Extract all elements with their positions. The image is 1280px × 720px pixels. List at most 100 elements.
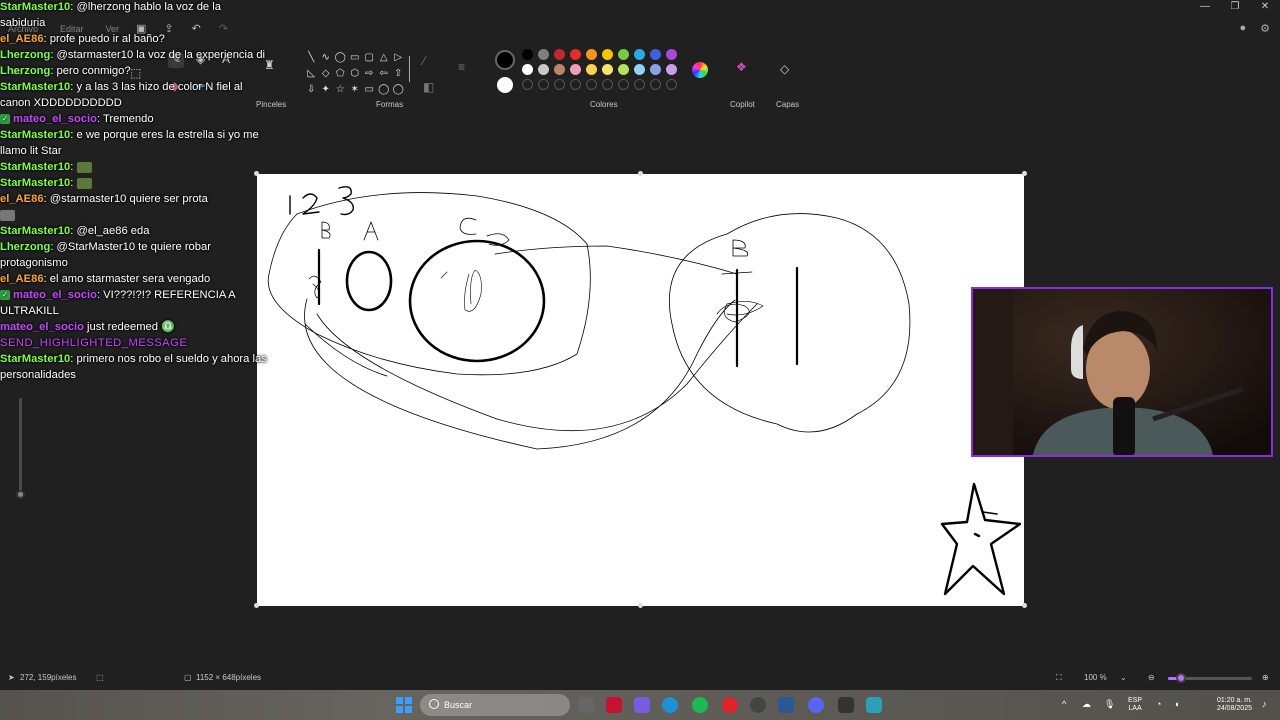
color-swatch[interactable] — [522, 49, 533, 60]
zoom-dropdown-icon[interactable]: ⌄ — [1120, 673, 1127, 682]
color-swatch[interactable] — [666, 49, 677, 60]
color-swatch[interactable] — [618, 49, 629, 60]
maximize-button[interactable]: ❐ — [1220, 0, 1250, 14]
zoom-out-icon[interactable]: ⊖ — [1148, 673, 1155, 682]
primary-color-swatch[interactable] — [495, 50, 515, 70]
media-player-icon[interactable] — [838, 697, 854, 713]
color-swatch[interactable] — [650, 64, 661, 75]
shape-pentagon[interactable]: ⬠ — [333, 67, 348, 81]
shape-oval[interactable]: ◯ — [333, 51, 348, 65]
file-explorer-icon[interactable] — [578, 697, 594, 713]
drawing-canvas[interactable] — [257, 174, 1024, 606]
language-indicator[interactable]: ESP LAA — [1128, 697, 1142, 713]
resize-handle[interactable] — [638, 603, 643, 608]
zoom-in-icon[interactable]: ⊕ — [1262, 673, 1269, 682]
color-swatch[interactable] — [666, 64, 677, 75]
color-swatch[interactable] — [586, 49, 597, 60]
color-swatch[interactable] — [634, 49, 645, 60]
color-swatch[interactable] — [554, 79, 565, 90]
resize-handle[interactable] — [1022, 603, 1027, 608]
color-swatch[interactable] — [570, 49, 581, 60]
color-swatch[interactable] — [522, 64, 533, 75]
fill-shape-icon[interactable]: ◧ — [423, 80, 434, 94]
color-swatch[interactable] — [602, 79, 613, 90]
shape-rectangle[interactable]: ▭ — [348, 51, 363, 65]
shape-hexagon[interactable]: ⬡ — [348, 67, 363, 81]
color-swatch[interactable] — [666, 79, 677, 90]
edge-icon[interactable] — [662, 697, 678, 713]
volume-icon[interactable]: ◖ — [1174, 700, 1179, 709]
color-swatch[interactable] — [602, 49, 613, 60]
vertical-slider-track[interactable] — [19, 398, 22, 494]
word-icon[interactable] — [778, 697, 794, 713]
onedrive-icon[interactable]: ☁ — [1082, 700, 1091, 709]
resize-handle[interactable] — [1022, 171, 1027, 176]
color-swatch[interactable] — [554, 64, 565, 75]
resize-handle[interactable] — [254, 603, 259, 608]
color-swatch[interactable] — [570, 79, 581, 90]
color-swatch[interactable] — [586, 64, 597, 75]
netflix-icon[interactable] — [606, 697, 622, 713]
stroke-size-icon[interactable]: ≡ — [458, 60, 465, 74]
network-icon[interactable]: ◔ — [1156, 700, 1161, 709]
spotify-icon[interactable] — [692, 697, 708, 713]
recorder-icon[interactable] — [722, 697, 738, 713]
shape-star4[interactable]: ✦ — [319, 83, 334, 97]
shape-arrow-right[interactable]: ▷ — [391, 51, 406, 65]
color-swatch[interactable] — [570, 64, 581, 75]
layers-icon[interactable]: ◇ — [780, 62, 789, 76]
taskbar-search[interactable]: Buscar — [420, 694, 570, 716]
tray-chevron-icon[interactable]: ^ — [1062, 700, 1066, 709]
color-swatch[interactable] — [586, 79, 597, 90]
color-swatch[interactable] — [538, 79, 549, 90]
shape-curve[interactable]: ∿ — [319, 51, 334, 65]
app-icon[interactable] — [634, 697, 650, 713]
copilot-icon[interactable]: ❖ — [736, 60, 747, 74]
color-swatch[interactable] — [634, 79, 645, 90]
microphone-icon[interactable]: 🎙 — [1104, 700, 1115, 709]
close-button[interactable]: ✕ — [1250, 0, 1280, 14]
start-button[interactable] — [396, 697, 412, 713]
shape-arrow-left[interactable]: ⇦ — [377, 67, 392, 81]
shape-triangle[interactable]: △ — [377, 51, 392, 65]
color-swatch[interactable] — [650, 79, 661, 90]
color-swatch[interactable] — [554, 49, 565, 60]
color-swatch[interactable] — [522, 79, 533, 90]
color-swatch[interactable] — [602, 64, 613, 75]
shape-arrow-up[interactable]: ⇧ — [391, 67, 406, 81]
color-swatch[interactable] — [618, 64, 629, 75]
shape-diamond[interactable]: ◇ — [319, 67, 334, 81]
fit-to-window-icon[interactable]: ⛶ — [1056, 673, 1062, 683]
resize-handle[interactable] — [638, 171, 643, 176]
shape-arrow-right-2[interactable]: ⇨ — [362, 67, 377, 81]
discord-icon[interactable] — [808, 697, 824, 713]
shape-right-triangle[interactable]: ◺ — [304, 67, 319, 81]
color-swatch[interactable] — [538, 49, 549, 60]
shape-callout-oval[interactable]: ◯ — [377, 83, 392, 97]
color-swatch[interactable] — [634, 64, 645, 75]
shape-callout-rect[interactable]: ▭ — [362, 83, 377, 97]
zoom-level[interactable]: 100 % — [1084, 673, 1107, 682]
minimize-button[interactable]: — — [1190, 0, 1220, 14]
vertical-slider-thumb[interactable] — [16, 490, 25, 499]
zoom-slider-thumb[interactable] — [1176, 673, 1186, 683]
shape-line[interactable]: ╲ — [304, 51, 319, 65]
obs-icon[interactable] — [750, 697, 766, 713]
account-icon[interactable]: ● — [1239, 22, 1246, 35]
clock[interactable]: 01:20 a. m. 24/08/2025 — [1204, 697, 1252, 713]
color-swatch[interactable] — [650, 49, 661, 60]
paint-icon[interactable] — [866, 697, 882, 713]
shape-star6[interactable]: ✶ — [348, 83, 363, 97]
edit-colors-icon[interactable] — [692, 62, 708, 78]
shape-star5[interactable]: ☆ — [333, 83, 348, 97]
outline-icon[interactable]: ⁄ — [423, 54, 425, 68]
shape-arrow-down[interactable]: ⇩ — [304, 83, 319, 97]
color-swatch[interactable] — [538, 64, 549, 75]
shape-rounded-rectangle[interactable]: ▢ — [362, 51, 377, 65]
settings-icon[interactable]: ⚙ — [1260, 22, 1270, 35]
shapes-scroll[interactable] — [409, 56, 410, 82]
notifications-icon[interactable]: ♪ — [1262, 700, 1267, 709]
shape-callout-cloud[interactable]: ◯ — [391, 83, 406, 97]
color-swatch[interactable] — [618, 79, 629, 90]
secondary-color-swatch[interactable] — [497, 77, 513, 93]
